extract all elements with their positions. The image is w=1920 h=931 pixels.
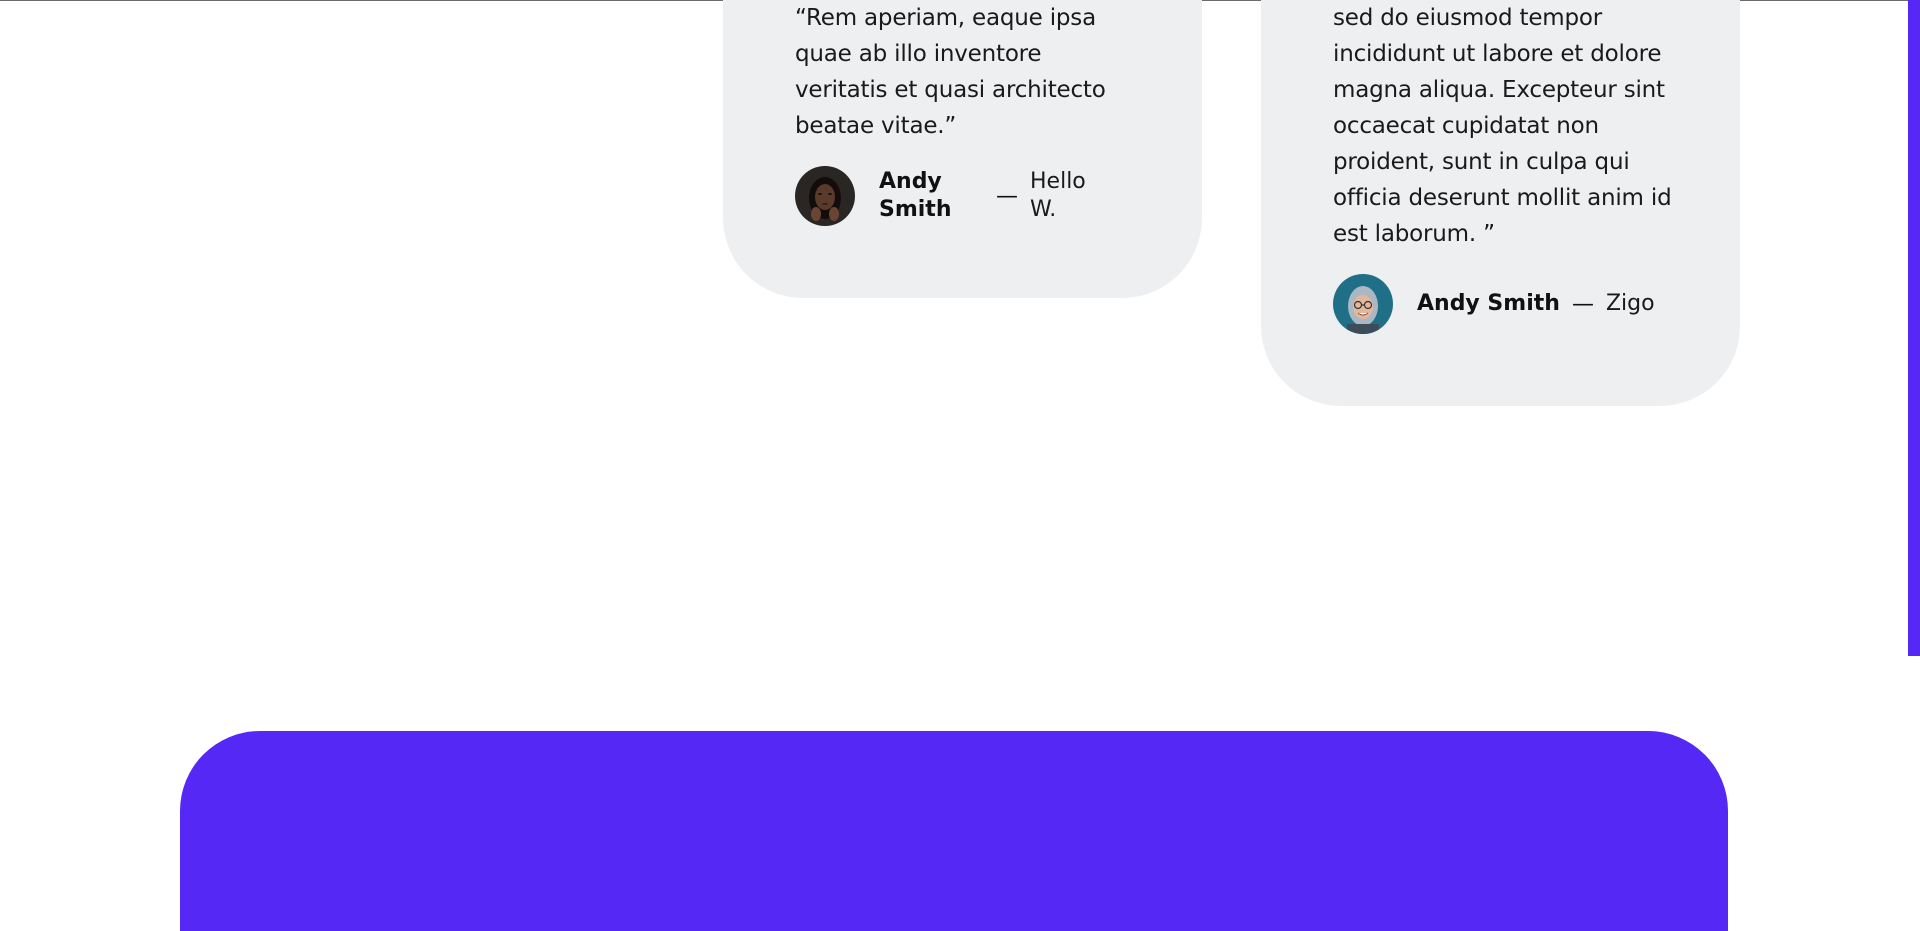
cta-banner <box>180 731 1728 931</box>
author-separator: — <box>996 183 1018 209</box>
author-company: Zigo <box>1605 291 1655 316</box>
testimonial-card: sed do eiusmod tempor incididunt ut labo… <box>1261 0 1740 406</box>
testimonial-author: Andy Smith — Hello W. <box>795 166 1090 226</box>
avatar <box>1333 274 1393 334</box>
testimonial-quote: sed do eiusmod tempor incididunt ut labo… <box>1333 5 1672 247</box>
avatar <box>795 166 855 226</box>
author-company: Hello W. <box>1030 169 1086 222</box>
author-separator: — <box>1571 291 1594 317</box>
testimonial-quote: “Rem aperiam, eaque ipsa quae ab illo in… <box>795 5 1106 139</box>
author-name: Andy Smith <box>879 169 952 222</box>
woman-with-glasses-avatar-icon <box>1333 274 1393 334</box>
testimonial-author: Andy Smith — Zigo <box>1333 274 1655 334</box>
scrollbar-thumb[interactable] <box>1908 0 1920 656</box>
woman-portrait-avatar-icon <box>795 166 855 226</box>
testimonial-card: “Rem aperiam, eaque ipsa quae ab illo in… <box>723 0 1202 298</box>
author-name: Andy Smith <box>1417 291 1560 316</box>
